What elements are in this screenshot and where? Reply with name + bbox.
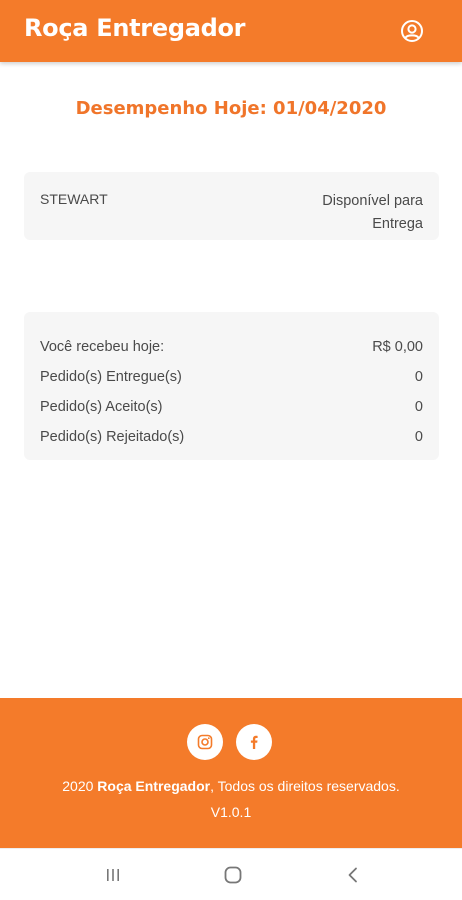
stat-value: 0	[414, 369, 423, 385]
app-title: Roça Entregador	[24, 14, 246, 42]
home-button[interactable]	[221, 863, 245, 887]
facebook-button[interactable]	[236, 724, 272, 760]
instagram-icon	[197, 734, 213, 750]
recent-apps-icon	[107, 869, 119, 881]
back-button[interactable]	[341, 863, 365, 887]
daily-stats-card: Você recebeu hoje: R$ 0,00 Pedido(s) Ent…	[24, 312, 439, 460]
stat-row-accepted: Pedido(s) Aceito(s) 0	[40, 396, 423, 418]
stat-row-earnings: Você recebeu hoje: R$ 0,00	[40, 336, 423, 358]
system-nav-bar	[0, 848, 462, 900]
stat-label: Pedido(s) Aceito(s)	[40, 399, 163, 415]
instagram-button[interactable]	[187, 724, 223, 760]
copyright-rights: , Todos os direitos reservados.	[210, 778, 400, 794]
stat-value: R$ 0,00	[372, 339, 423, 355]
stat-label: Pedido(s) Entregue(s)	[40, 369, 182, 385]
stat-value: 0	[414, 429, 423, 445]
copyright-text: 2020 Roça Entregador, Todos os direitos …	[0, 778, 462, 794]
stat-row-delivered: Pedido(s) Entregue(s) 0	[40, 366, 423, 388]
stat-label: Pedido(s) Rejeitado(s)	[40, 429, 185, 445]
facebook-icon	[250, 735, 258, 749]
app-bar: Roça Entregador	[0, 0, 462, 62]
user-circle-icon	[401, 20, 423, 42]
stat-row-rejected: Pedido(s) Rejeitado(s) 0	[40, 426, 423, 448]
stat-value: 0	[414, 399, 423, 415]
account-button[interactable]	[398, 17, 426, 45]
driver-status-card: STEWART Disponível para Entrega	[24, 172, 439, 240]
copyright-year: 2020	[62, 778, 94, 794]
back-icon	[348, 867, 357, 883]
stat-label: Você recebeu hoje:	[40, 339, 165, 355]
copyright-brand: Roça Entregador	[97, 778, 211, 794]
recent-apps-button[interactable]	[101, 863, 125, 887]
footer: 2020 Roça Entregador, Todos os direitos …	[0, 698, 462, 848]
screen: Roça Entregador Desempenho Hoje: 01/04/2…	[0, 0, 462, 900]
home-icon	[224, 866, 242, 884]
availability-status: Disponível para Entrega	[322, 193, 423, 232]
app-version: V1.0.1	[210, 804, 252, 820]
page-title: Desempenho Hoje: 01/04/2020	[75, 98, 387, 119]
driver-name: STEWART	[40, 191, 108, 207]
